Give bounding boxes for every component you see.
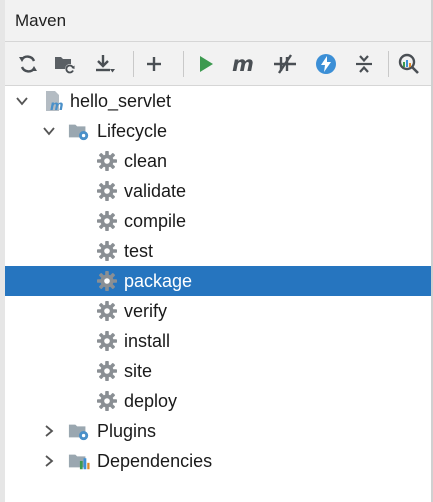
lifecycle-goal-verify[interactable]: verify [5,296,431,326]
lifecycle-goal-clean[interactable]: clean [5,146,431,176]
dependencies-label: Dependencies [97,450,213,471]
goal-label: deploy [124,390,178,411]
chevron-down-icon[interactable] [15,94,29,108]
generate-sources-button[interactable] [51,50,79,78]
maven-projects-tree: m hello_servlet Lifecycle clean validate… [5,86,431,502]
project-label: hello_servlet [70,90,172,111]
collapse-all-button[interactable] [350,50,378,78]
lifecycle-goal-package[interactable]: package [5,266,431,296]
lifecycle-goal-deploy[interactable]: deploy [5,386,431,416]
show-dependencies-button[interactable] [395,50,423,78]
lifecycle-goal-install[interactable]: install [5,326,431,356]
download-icon [96,55,115,73]
lifecycle-folder-icon [68,120,90,142]
lifecycle-goal-test[interactable]: test [5,236,431,266]
tool-window-title: Maven [15,10,67,30]
toolbar-separator [388,51,389,77]
svg-text:m: m [50,99,64,112]
lifecycle-goal-compile[interactable]: compile [5,206,431,236]
gear-icon [96,180,118,202]
run-maven-build-button[interactable] [192,50,220,78]
gear-icon [96,390,118,412]
tree-node-dependencies[interactable]: Dependencies [5,446,431,476]
chevron-right-icon[interactable] [42,454,56,468]
toggle-skip-tests-button[interactable] [312,50,340,78]
goal-label: compile [124,210,187,231]
download-sources-button[interactable] [91,50,119,78]
maven-toolbar: m [5,42,431,86]
goal-label: clean [124,150,168,171]
tree-node-project[interactable]: m hello_servlet [5,86,431,116]
goal-label: install [124,330,171,351]
svg-text:m: m [232,53,254,75]
maven-project-icon: m [43,90,65,112]
execute-maven-goal-button[interactable]: m [230,50,258,78]
analyze-icon [398,53,419,74]
maven-m-icon: m [232,53,254,75]
gear-icon [96,240,118,262]
lifecycle-goal-validate[interactable]: validate [5,176,431,206]
offline-icon [274,54,296,74]
toggle-offline-mode-button[interactable] [271,50,299,78]
chevron-down-icon[interactable] [42,124,56,138]
goal-label: verify [124,300,168,321]
plugins-folder-icon [68,420,90,442]
lightning-icon [316,54,336,74]
folder-refresh-icon [55,57,75,74]
collapse-icon [356,55,372,73]
maven-tool-window: Maven m m hello_servlet Lifecycle clean … [0,0,433,502]
gear-icon [96,270,118,292]
gear-icon [96,360,118,382]
tree-node-plugins[interactable]: Plugins [5,416,431,446]
gear-icon [96,330,118,352]
lifecycle-label: Lifecycle [97,120,168,141]
gear-icon [96,210,118,232]
goal-label: package [124,270,193,291]
toolbar-separator [183,51,184,77]
chevron-right-icon[interactable] [42,424,56,438]
plus-icon [147,57,161,71]
goal-label: test [124,240,154,261]
dependencies-folder-icon [68,450,90,472]
gear-icon [96,300,118,322]
gear-icon [96,150,118,172]
goal-label: validate [124,180,187,201]
tree-node-lifecycle[interactable]: Lifecycle [5,116,431,146]
play-icon [200,56,213,72]
toolbar-separator [133,51,134,77]
refresh-icon [19,55,37,73]
lifecycle-goal-site[interactable]: site [5,356,431,386]
add-maven-project-button[interactable] [140,50,168,78]
goal-label: site [124,360,153,381]
tool-window-header: Maven [5,0,431,42]
reload-all-projects-button[interactable] [14,50,42,78]
plugins-label: Plugins [97,420,157,441]
